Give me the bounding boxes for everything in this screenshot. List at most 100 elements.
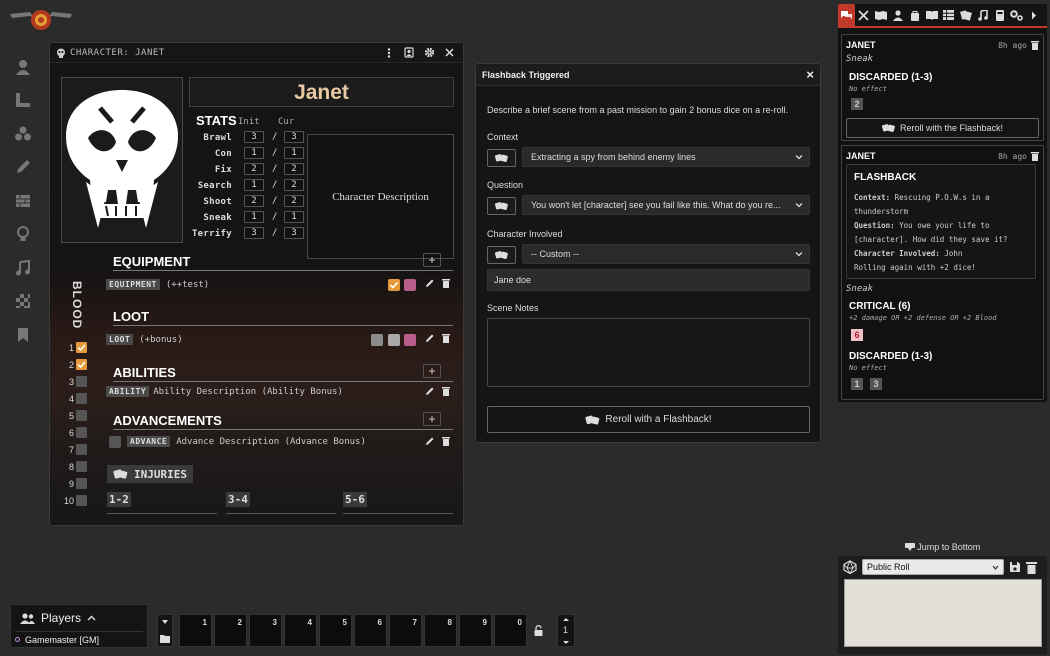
players-header[interactable]: Players	[20, 611, 96, 625]
tab-items[interactable]	[906, 4, 923, 26]
blood-checkbox[interactable]	[76, 393, 87, 404]
add-equipment-button[interactable]: +	[423, 253, 441, 267]
add-advancement-button[interactable]: +	[423, 412, 441, 426]
edit-icon[interactable]	[425, 436, 435, 446]
close-icon[interactable]	[441, 45, 457, 61]
character-involved-select[interactable]: -- Custom --	[522, 244, 810, 264]
chevron-down-icon[interactable]	[161, 619, 169, 625]
equipment-color-box[interactable]	[404, 279, 416, 291]
advance-tag[interactable]: ADVANCE	[127, 436, 171, 447]
stat-cur-input[interactable]: 1	[284, 147, 304, 159]
blood-checkbox[interactable]	[76, 478, 87, 489]
blood-checkbox[interactable]	[76, 461, 87, 472]
custom-character-input[interactable]: Jane doe	[487, 269, 810, 291]
drawing-pencil-icon[interactable]	[10, 151, 36, 185]
delete-trash-icon[interactable]	[442, 436, 450, 446]
blood-checkbox[interactable]	[76, 359, 87, 370]
tab-journal[interactable]	[923, 4, 940, 26]
macro-slot[interactable]: 9	[459, 614, 492, 647]
more-options-icon[interactable]	[381, 45, 397, 61]
sheet-header[interactable]: CHARACTER: JANET	[50, 43, 463, 63]
jump-to-bottom-button[interactable]: Jump to Bottom	[838, 542, 1047, 552]
reroll-with-the-flashback-button[interactable]: Reroll with the Flashback!	[846, 118, 1039, 138]
tiles-icon[interactable]	[10, 117, 36, 151]
equipment-tag[interactable]: EQUIPMENT	[106, 279, 160, 290]
stat-init-input[interactable]: 2	[244, 195, 264, 207]
context-select[interactable]: Extracting a spy from behind enemy lines	[522, 147, 810, 167]
edit-icon[interactable]	[425, 333, 435, 343]
loot-box[interactable]	[371, 334, 383, 346]
blood-checkbox[interactable]	[76, 495, 87, 506]
stat-init-input[interactable]: 3	[244, 131, 264, 143]
regions-checker-icon[interactable]	[10, 285, 36, 319]
loot-tag[interactable]: LOOT	[106, 334, 134, 345]
blood-checkbox[interactable]	[76, 410, 87, 421]
loot-color-box[interactable]	[404, 334, 416, 346]
equipment-checked-box[interactable]	[388, 279, 400, 291]
save-icon[interactable]	[1009, 561, 1021, 573]
stat-init-input[interactable]: 1	[244, 147, 264, 159]
add-ability-button[interactable]: +	[423, 364, 441, 378]
advance-checkbox[interactable]	[109, 436, 121, 448]
character-name[interactable]: Janet	[189, 77, 454, 107]
stat-init-input[interactable]: 1	[244, 179, 264, 191]
macro-slot[interactable]: 1	[179, 614, 212, 647]
tab-actors[interactable]	[889, 4, 906, 26]
stat-cur-input[interactable]: 2	[284, 163, 304, 175]
blood-checkbox[interactable]	[76, 444, 87, 455]
lock-icon[interactable]	[533, 625, 544, 636]
blood-checkbox[interactable]	[76, 376, 87, 387]
foundry-logo[interactable]	[8, 8, 74, 32]
delete-message-icon[interactable]	[1031, 151, 1039, 161]
macro-slot[interactable]: 4	[284, 614, 317, 647]
collapse-sidebar-icon[interactable]	[1025, 4, 1042, 26]
stat-cur-input[interactable]: 3	[284, 131, 304, 143]
lighting-bulb-icon[interactable]	[10, 218, 36, 252]
settings-gear-icon[interactable]	[421, 45, 437, 61]
question-select[interactable]: You won't let [character] see you fail l…	[522, 195, 810, 215]
tab-cards[interactable]	[957, 4, 974, 26]
delete-message-icon[interactable]	[1031, 40, 1039, 50]
measure-ruler-icon[interactable]	[10, 84, 36, 118]
page-up-icon[interactable]	[562, 617, 570, 622]
stat-cur-input[interactable]: 2	[284, 195, 304, 207]
tab-chat[interactable]	[838, 4, 855, 26]
tab-compendium[interactable]	[991, 4, 1008, 26]
edit-icon[interactable]	[425, 278, 435, 288]
ability-tag[interactable]: ABILITY	[106, 386, 150, 397]
macro-slot[interactable]: 0	[494, 614, 527, 647]
d20-icon[interactable]	[843, 560, 857, 574]
tab-combat[interactable]	[855, 4, 872, 26]
stat-init-input[interactable]: 1	[244, 211, 264, 223]
stat-init-input[interactable]: 2	[244, 163, 264, 175]
stat-init-input[interactable]: 3	[244, 227, 264, 239]
character-description[interactable]: Character Description	[307, 134, 454, 259]
macro-slot[interactable]: 3	[249, 614, 282, 647]
tab-tables[interactable]	[940, 4, 957, 26]
character-portrait[interactable]	[61, 77, 183, 243]
sound-music-icon[interactable]	[10, 251, 36, 285]
token-config-icon[interactable]	[401, 45, 417, 61]
clear-chat-trash-icon[interactable]	[1026, 561, 1037, 574]
delete-trash-icon[interactable]	[442, 386, 450, 396]
page-down-icon[interactable]	[562, 640, 570, 645]
folder-icon[interactable]	[160, 634, 170, 643]
tab-settings[interactable]	[1008, 4, 1025, 26]
edit-icon[interactable]	[425, 386, 435, 396]
token-controls-icon[interactable]	[10, 50, 36, 84]
notes-bookmark-icon[interactable]	[10, 318, 36, 352]
stat-cur-input[interactable]: 3	[284, 227, 304, 239]
macro-slot[interactable]: 6	[354, 614, 387, 647]
close-icon[interactable]: ×	[806, 67, 814, 82]
random-question-dice-button[interactable]	[487, 197, 516, 215]
chat-message-input[interactable]	[844, 579, 1042, 647]
reroll-with-flashback-button[interactable]: Reroll with a Flashback!	[487, 406, 810, 433]
delete-trash-icon[interactable]	[442, 333, 450, 343]
roll-mode-select[interactable]: Public Roll	[862, 559, 1004, 575]
macro-slot[interactable]: 5	[319, 614, 352, 647]
macro-slot[interactable]: 8	[424, 614, 457, 647]
delete-trash-icon[interactable]	[442, 278, 450, 288]
flashback-dialog-header[interactable]: Flashback Triggered ×	[476, 64, 820, 86]
macro-slot[interactable]: 2	[214, 614, 247, 647]
blood-checkbox[interactable]	[76, 342, 87, 353]
